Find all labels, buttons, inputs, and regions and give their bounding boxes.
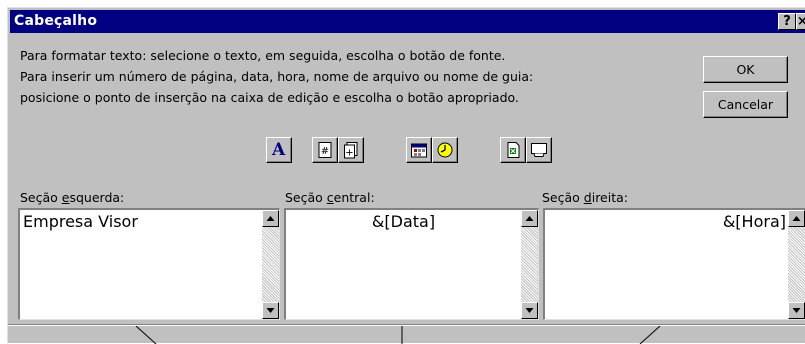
help-button[interactable]: ? xyxy=(778,13,796,30)
cancel-button[interactable]: Cancelar xyxy=(703,91,788,118)
left-section-editbox[interactable]: Empresa Visor xyxy=(18,208,280,320)
close-button[interactable]: × xyxy=(796,13,805,30)
page-number-button[interactable]: # xyxy=(312,137,338,163)
instruction-line-3: posicione o ponto de inserção na caixa d… xyxy=(20,90,519,105)
left-section-text[interactable]: Empresa Visor xyxy=(23,212,138,231)
scroll-down-button[interactable] xyxy=(521,302,538,319)
scroll-down-button[interactable] xyxy=(262,302,279,319)
font-icon: A xyxy=(272,140,286,160)
time-button[interactable] xyxy=(432,137,458,163)
right-section-text[interactable]: &[Hora] xyxy=(723,212,786,231)
center-section-label: Seção central: xyxy=(285,190,375,205)
left-section-scrollbar[interactable] xyxy=(262,210,279,319)
svg-text:+: + xyxy=(345,148,353,159)
right-section-scrollbar[interactable] xyxy=(788,210,805,319)
ok-button[interactable]: OK xyxy=(703,56,788,83)
scroll-up-button[interactable] xyxy=(262,210,279,227)
title-bar[interactable]: Cabeçalho ? × xyxy=(10,10,805,33)
left-pointer-line xyxy=(135,326,157,344)
right-pointer-line xyxy=(639,326,661,344)
svg-text:#: # xyxy=(321,146,329,157)
scroll-up-button[interactable] xyxy=(788,210,805,227)
font-button[interactable]: A xyxy=(266,137,292,163)
sheet-name-button[interactable] xyxy=(526,137,552,163)
left-section-label: Seção esquerda: xyxy=(20,190,125,205)
right-section-editbox[interactable]: &[Hora] xyxy=(543,208,805,320)
instruction-line-2: Para inserir um número de página, data, … xyxy=(20,69,534,84)
date-button[interactable] xyxy=(406,137,432,163)
total-pages-button[interactable]: + xyxy=(338,137,364,163)
center-section-editbox[interactable]: &[Data] xyxy=(284,208,539,320)
right-section-label: Seção direita: xyxy=(542,190,628,205)
scroll-down-button[interactable] xyxy=(788,302,805,319)
header-dialog: Cabeçalho ? × Para formatar texto: selec… xyxy=(7,7,805,344)
section-pointer-lines xyxy=(135,326,661,344)
center-section-scrollbar[interactable] xyxy=(521,210,538,319)
instruction-line-1: Para formatar texto: selecione o texto, … xyxy=(20,48,506,63)
dialog-title: Cabeçalho xyxy=(14,13,98,29)
center-section-text[interactable]: &[Data] xyxy=(286,212,521,231)
file-name-button[interactable] xyxy=(500,137,526,163)
scroll-up-button[interactable] xyxy=(521,210,538,227)
